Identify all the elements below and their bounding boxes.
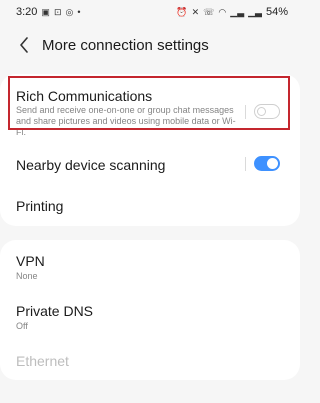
settings-card-network: VPN None Private DNS Off Ethernet [0,240,300,380]
signal-icon: ▁▃ [230,6,245,17]
nearby-device-scanning-row[interactable]: Nearby device scanning [0,146,300,182]
printing-row[interactable]: Printing [0,188,300,222]
mute-icon: ✕ [191,6,200,17]
page-title: More connection settings [42,36,209,54]
wifi-icon: ◠ [218,6,227,17]
toggle-knob [267,158,278,169]
chevron-left-icon [20,37,28,53]
vpn-row[interactable]: VPN None [0,246,300,286]
message-icon: ◎ [65,6,74,17]
private-dns-value: Off [16,321,28,331]
ethernet-row: Ethernet [0,346,300,376]
status-right: ⏰ ✕ ☏ ◠ ▁▃ ▁▃ 54% [176,6,288,18]
status-left: 3:20 ▣ ⊡ ◎ • [16,6,81,18]
status-bar: 3:20 ▣ ⊡ ◎ • ⏰ ✕ ☏ ◠ ▁▃ ▁▃ 54% [0,0,300,24]
toggle-knob [257,107,266,116]
ethernet-title: Ethernet [16,353,69,369]
email-icon: ⊡ [53,6,62,17]
rich-communications-toggle[interactable] [254,104,280,119]
back-button[interactable] [14,33,34,57]
sim-icon: ▣ [41,6,50,17]
status-time: 3:20 [16,6,38,18]
row-divider [245,157,246,171]
printing-title: Printing [16,198,64,214]
vpn-value: None [16,271,38,281]
app-header: More connection settings [0,28,300,62]
settings-card-connections: Rich Communications Send and receive one… [0,74,300,226]
dot-icon: • [77,6,81,17]
signal-icon: ▁▃ [248,6,262,17]
private-dns-title: Private DNS [16,303,94,319]
nearby-device-scanning-title: Nearby device scanning [16,157,166,173]
vpn-title: VPN [16,253,45,269]
rich-communications-row[interactable]: Rich Communications Send and receive one… [0,80,300,138]
row-divider [245,105,246,119]
wifi-call-icon: ☏ [203,6,215,17]
private-dns-row[interactable]: Private DNS Off [0,296,300,336]
nearby-device-scanning-toggle[interactable] [254,156,280,171]
battery-percent: 54% [265,6,288,18]
rich-communications-description: Send and receive one-on-one or group cha… [16,105,236,137]
rich-communications-title: Rich Communications [16,88,153,104]
alarm-icon: ⏰ [176,6,188,17]
